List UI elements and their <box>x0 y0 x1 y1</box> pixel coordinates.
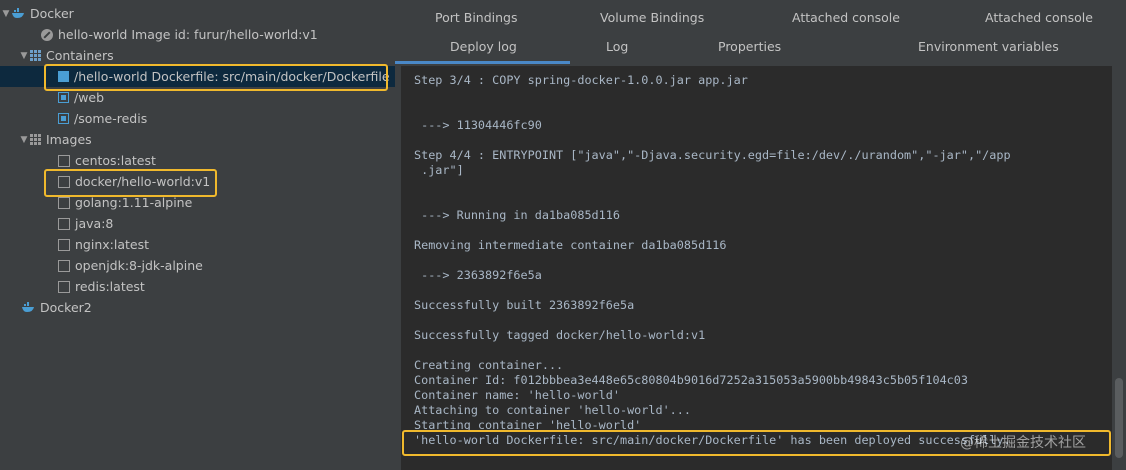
container-icon <box>58 71 69 82</box>
tree-label: centos:latest <box>75 153 156 168</box>
tree-label: Docker <box>30 6 74 21</box>
active-tab-indicator <box>395 61 570 64</box>
docker-whale-icon <box>22 302 34 312</box>
images-icon <box>30 134 41 145</box>
console-line: ---> Running in da1ba085d116 <box>414 208 620 222</box>
image-icon <box>58 154 70 167</box>
console-line: Creating container... <box>414 358 564 372</box>
tree-node-container-some-redis[interactable]: /some-redis <box>0 108 395 129</box>
tree-label: /some-redis <box>74 111 148 126</box>
image-icon <box>58 217 70 230</box>
tree-label: docker/hello-world:v1 <box>75 174 211 189</box>
tab-properties[interactable]: Properties <box>718 39 781 54</box>
expand-arrow-icon[interactable]: ▼ <box>18 135 30 145</box>
console-line: Container name: 'hello-world' <box>414 388 620 402</box>
scrollbar-thumb[interactable] <box>1115 378 1123 458</box>
tree-node-container-hello-world[interactable]: /hello-world Dockerfile: src/main/docker… <box>0 66 395 87</box>
console-line: Container Id: f012bbbea3e448e65c80804b90… <box>414 373 968 387</box>
tree-node-image[interactable]: nginx:latest <box>0 234 395 255</box>
console-line: .jar"] <box>414 163 464 177</box>
tree-node-docker2[interactable]: Docker2 <box>0 297 395 318</box>
tree-node-container-web[interactable]: /web <box>0 87 395 108</box>
console-line: Step 4/4 : ENTRYPOINT ["java","-Djava.se… <box>414 148 1011 162</box>
tab-environment-variables[interactable]: Environment variables <box>918 39 1059 54</box>
containers-icon <box>30 50 41 61</box>
expand-arrow-icon[interactable]: ▼ <box>0 9 12 19</box>
tree-node-image[interactable]: docker/hello-world:v1 <box>0 171 395 192</box>
console-line: Successfully tagged docker/hello-world:v… <box>414 328 706 342</box>
tree-label: /hello-world Dockerfile: src/main/docker… <box>74 69 390 84</box>
tree-label: java:8 <box>75 216 114 231</box>
watermark-text: @稀土掘金技术社区 <box>960 435 1086 451</box>
image-icon <box>58 175 70 188</box>
image-icon <box>58 259 70 272</box>
docker-tree-panel: ▼ Docker hello-world Image id: furur/hel… <box>0 0 395 470</box>
image-icon <box>58 280 70 293</box>
tree-label: openjdk:8-jdk-alpine <box>75 258 203 273</box>
tree-label: redis:latest <box>75 279 145 294</box>
tree-node-containers[interactable]: ▼ Containers <box>0 45 395 66</box>
expand-arrow-icon[interactable]: ▼ <box>18 51 30 61</box>
tab-log[interactable]: Log <box>606 39 628 54</box>
tree-label: hello-world Image id: furur/hello-world:… <box>58 27 318 42</box>
tree-node-image[interactable]: redis:latest <box>0 276 395 297</box>
tree-label: Images <box>46 132 92 147</box>
console-line: Step 3/4 : COPY spring-docker-1.0.0.jar … <box>414 73 748 87</box>
tree-node-image[interactable]: java:8 <box>0 213 395 234</box>
container-icon <box>58 113 69 124</box>
console-line: ---> 2363892f6e5a <box>414 268 542 282</box>
tab-deploy-log[interactable]: Deploy log <box>450 39 517 54</box>
console-line: Removing intermediate container da1ba085… <box>414 238 727 252</box>
console-line: ---> 11304446fc90 <box>414 118 542 132</box>
tab-volume-bindings[interactable]: Volume Bindings <box>600 10 704 25</box>
tree-label: nginx:latest <box>75 237 149 252</box>
console-line: Starting container 'hello-world' <box>414 418 642 432</box>
console-line: Attaching to container 'hello-world'... <box>414 403 691 417</box>
console-line: 'hello-world Dockerfile: src/main/docker… <box>414 433 1011 447</box>
tree-label: golang:1.11-alpine <box>75 195 193 210</box>
tree-node-image[interactable]: golang:1.11-alpine <box>0 192 395 213</box>
tree-node-images[interactable]: ▼ Images <box>0 129 395 150</box>
tree-node-image-id[interactable]: hello-world Image id: furur/hello-world:… <box>0 24 395 45</box>
image-icon <box>58 238 70 251</box>
tree-label: /web <box>74 90 105 105</box>
container-icon <box>58 92 69 103</box>
stopped-icon <box>41 28 53 41</box>
console-line: Successfully built 2363892f6e5a <box>414 298 635 312</box>
docker-whale-icon <box>12 8 24 18</box>
tree-node-image[interactable]: centos:latest <box>0 150 395 171</box>
tab-attached-console-2[interactable]: Attached console <box>985 10 1093 25</box>
tree-label: Docker2 <box>40 300 92 315</box>
tab-attached-console[interactable]: Attached console <box>792 10 900 25</box>
tree-node-image[interactable]: openjdk:8-jdk-alpine <box>0 255 395 276</box>
tab-port-bindings[interactable]: Port Bindings <box>435 10 518 25</box>
tree-label: Containers <box>46 48 114 63</box>
tree-node-docker[interactable]: ▼ Docker <box>0 3 395 24</box>
image-icon <box>58 196 70 209</box>
